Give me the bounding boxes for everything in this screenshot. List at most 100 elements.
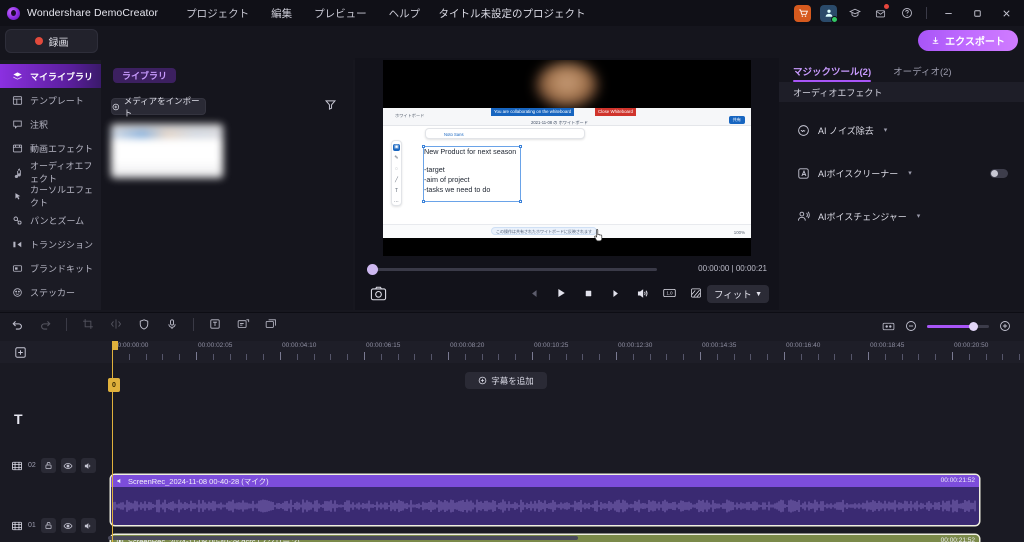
cart-icon[interactable] [794, 4, 811, 22]
sidebar-label: オーディオエフェクト [30, 161, 93, 184]
whiteboard-tool-sidebar[interactable]: ▣ ✎ ◌ ╱ T ⋯ [391, 140, 402, 206]
zoom-slider[interactable] [927, 321, 989, 331]
resize-handle[interactable] [422, 200, 425, 203]
speaker-icon[interactable] [80, 458, 96, 473]
ruler-tick-minor [800, 354, 802, 360]
speed-icon[interactable]: 1.0 [662, 286, 676, 300]
eye-icon[interactable] [60, 458, 76, 473]
sidebar-item-my-library[interactable]: マイライブラリ [0, 64, 101, 88]
zoom-in-icon[interactable] [998, 319, 1012, 333]
maximize-button[interactable] [967, 3, 987, 23]
overlay-icon[interactable] [264, 317, 278, 331]
filter-icon[interactable] [324, 98, 337, 112]
timeline-ruler[interactable]: 00:00:00:00 00:00:02:05 00:00:04:10 00:00:0… [101, 341, 1024, 363]
sidebar-item-video-effect[interactable]: 動画エフェクト [0, 136, 101, 160]
row-ai-voice-changer[interactable]: AIボイスチェンジャー ▾ [779, 201, 1024, 231]
lock-icon[interactable] [40, 518, 56, 533]
tab-magic-tools[interactable]: マジックツール(2) [793, 64, 872, 82]
import-media-button[interactable]: メディアをインポート [111, 96, 206, 118]
speaker-icon[interactable] [80, 518, 96, 533]
timeline-marker[interactable]: 0 [108, 378, 120, 392]
sidebar-item-audio-effect[interactable]: オーディオエフェクト [0, 160, 101, 184]
sidebar-item-sticker[interactable]: ステッカー [0, 280, 101, 304]
menu-item-preview[interactable]: プレビュー [314, 6, 367, 21]
mask-icon[interactable] [689, 286, 703, 300]
help-icon[interactable] [898, 5, 915, 22]
crop-icon[interactable] [81, 317, 95, 331]
redo-icon[interactable] [38, 317, 52, 331]
sidebar-item-brand-kit[interactable]: ブランドキット [0, 256, 101, 280]
add-track-icon[interactable] [14, 346, 27, 359]
track-lanes: 字幕を追加 ScreenRec_2024-11-08 00-40-28 (マイク… [101, 363, 1024, 542]
chevron-down-icon[interactable]: ▾ [908, 169, 912, 177]
ruler-tick-minor [246, 354, 248, 360]
prev-frame-icon[interactable] [527, 286, 541, 300]
eye-icon[interactable] [60, 518, 76, 533]
timeline-horizontal-scrollbar[interactable] [108, 536, 578, 540]
row-ai-noise-removal[interactable]: AI ノイズ除去 ▾ [779, 115, 1024, 145]
add-subtitle-button[interactable]: 字幕を追加 [465, 372, 547, 389]
media-thumbnail[interactable] [111, 124, 223, 178]
lock-icon[interactable] [40, 458, 56, 473]
zoom-slider-knob[interactable] [969, 321, 978, 331]
chevron-down-icon[interactable]: ▾ [917, 212, 921, 220]
playhead[interactable] [112, 341, 113, 542]
ruler-tick-minor [985, 354, 987, 360]
ruler-tick-minor [515, 354, 517, 360]
line-tool-icon[interactable]: ╱ [393, 176, 400, 183]
record-button[interactable]: 録画 [5, 29, 98, 53]
thumbnail-preview [111, 130, 223, 138]
export-button[interactable]: エクスポート [918, 30, 1018, 51]
close-button[interactable] [996, 3, 1016, 23]
play-icon[interactable] [554, 286, 568, 300]
select-tool-icon[interactable]: ▣ [393, 144, 400, 151]
notification-icon[interactable] [872, 3, 889, 22]
zoom-out-icon[interactable] [904, 319, 918, 333]
text-tool-icon[interactable]: T [393, 187, 400, 194]
academy-icon[interactable] [846, 5, 863, 22]
menu-item-edit[interactable]: 編集 [271, 6, 292, 21]
stop-icon[interactable] [581, 286, 595, 300]
split-icon[interactable] [109, 317, 123, 331]
text-icon[interactable] [208, 317, 222, 331]
snapshot-icon[interactable] [370, 286, 387, 302]
account-icon[interactable] [820, 4, 838, 23]
sidebar-item-pan-zoom[interactable]: パンとズーム [0, 208, 101, 232]
menu-item-help[interactable]: ヘルプ [389, 6, 421, 21]
tab-audio[interactable]: オーディオ(2) [893, 64, 951, 82]
text-track-icon[interactable]: T [14, 411, 23, 427]
sidebar-item-template[interactable]: テンプレート [0, 88, 101, 112]
resize-handle[interactable] [519, 200, 522, 203]
close-whiteboard-button[interactable]: Close Whiteboard [595, 108, 636, 116]
fit-timeline-icon[interactable] [881, 319, 895, 333]
more-tool-icon[interactable]: ⋯ [393, 198, 400, 205]
library-panel: ライブラリ メディアをインポート [101, 60, 353, 310]
timeline-clip-audio[interactable]: ScreenRec_2024-11-08 00-40-28 (マイク) 00:0… [111, 475, 979, 525]
audio-waveform [112, 489, 977, 523]
chevron-down-icon[interactable]: ▾ [884, 126, 888, 134]
shape-tool-icon[interactable]: ◌ [393, 166, 400, 173]
shield-icon[interactable] [137, 317, 151, 331]
share-button[interactable]: 共有 [728, 116, 745, 124]
library-tab[interactable]: ライブラリ [113, 68, 177, 83]
mic-icon[interactable] [165, 317, 179, 331]
sidebar-item-annotation[interactable]: 注釈 [0, 112, 101, 136]
caption-icon[interactable] [236, 317, 250, 331]
sidebar-item-transition[interactable]: トランジション [0, 232, 101, 256]
fit-dropdown[interactable]: フィット ▼ [707, 285, 769, 303]
sidebar-item-cursor-effect[interactable]: カーソルエフェクト [0, 184, 101, 208]
whiteboard-text-title: New Product for next season [424, 147, 517, 156]
playhead-handle[interactable] [112, 341, 118, 350]
next-frame-icon[interactable] [608, 286, 622, 300]
minimize-button[interactable] [938, 3, 958, 23]
undo-icon[interactable] [10, 317, 24, 331]
volume-icon[interactable] [635, 286, 649, 300]
row-ai-voice-cleaner[interactable]: AIボイスクリーナー ▾ [779, 158, 1024, 188]
whiteboard-text-toolbar[interactable]: Noto Sans [425, 128, 585, 139]
menu-item-project[interactable]: プロジェクト [186, 6, 249, 21]
preview-scrubber-knob[interactable] [367, 264, 378, 275]
video-preview[interactable]: You are collaborating on the whiteboard … [383, 60, 751, 256]
preview-scrubber-track[interactable] [367, 268, 657, 271]
ai-voice-cleaner-toggle[interactable] [990, 168, 1008, 178]
pen-tool-icon[interactable]: ✎ [393, 155, 400, 162]
